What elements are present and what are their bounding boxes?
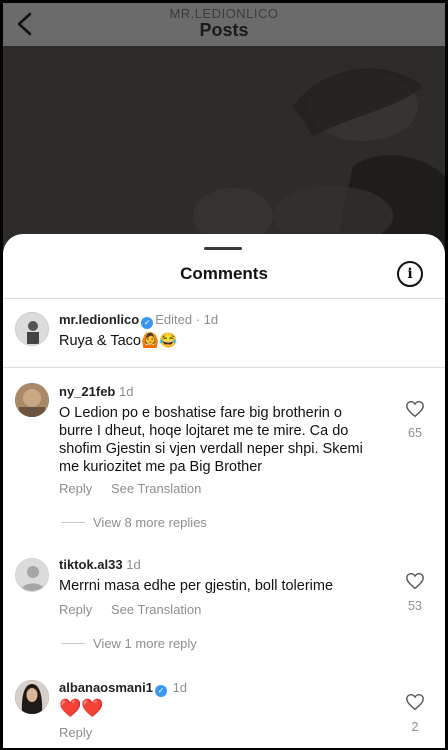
comment-time: 1d [119,384,134,399]
comment-time: 1d [126,557,141,572]
sheet-grabber[interactable] [204,247,242,250]
heart-outline-icon[interactable] [405,572,425,590]
caption-time: 1d [203,312,219,327]
verified-badge-icon: ✓ [154,685,167,697]
see-translation-button[interactable]: See Translation [111,602,201,617]
view-replies-button[interactable]: View 1 more reply [93,636,197,651]
app-frame: MR.LEDIONLICO Posts Comments i mr.ledion… [0,0,448,750]
comments-sheet: Comments i mr.ledionlico ✓ Edited · 1d Ruy… [3,234,445,748]
avatar[interactable] [15,680,49,714]
view-replies-button[interactable]: View 8 more replies [93,515,207,530]
profile-username[interactable]: MR.LEDIONLICO [3,6,445,21]
verified-badge-icon: ✓ [141,317,154,329]
comment-text: ❤️❤️ [59,698,104,718]
reply-button[interactable]: Reply [59,602,92,617]
like-count: 65 [408,426,422,440]
heart-outline-icon[interactable] [405,693,425,711]
info-icon: i [407,266,413,282]
replies-line [61,522,85,523]
comment-author[interactable]: ny_21feb 1d [59,384,133,399]
caption-author[interactable]: mr.ledionlico ✓ Edited · 1d [59,312,218,329]
comment-username[interactable]: albanaosmani1 [59,680,153,695]
reply-button[interactable]: Reply [59,725,92,740]
like-count: 53 [408,599,422,613]
caption-username[interactable]: mr.ledionlico [59,312,139,327]
post-photo [3,46,445,256]
comment-author[interactable]: albanaosmani1 ✓ 1d [59,680,187,697]
page-title: Posts [199,20,249,40]
avatar[interactable] [15,383,49,417]
avatar[interactable] [15,312,49,346]
caption-text: Ruya & Taco [59,333,141,349]
edited-label: Edited [155,312,193,327]
avatar[interactable] [15,558,49,592]
top-bar: MR.LEDIONLICO Posts [3,3,445,46]
info-button[interactable]: i [397,261,423,287]
heart-outline-icon[interactable] [405,400,425,418]
caption-dot: · [192,312,204,327]
comment-author[interactable]: tiktok.al33 1d [59,557,141,572]
sheet-title: Comments [180,264,268,283]
comment-text: Merrni masa edhe per gjestin, boll toler… [59,578,334,594]
comment-text: O Ledion po e boshatise fare big brother… [59,405,363,475]
like-count: 2 [411,720,419,734]
replies-line [61,643,85,644]
comment-username[interactable]: tiktok.al33 [59,557,123,572]
caption-text-row: Ruya & Taco🙆😂 [59,332,177,350]
see-translation-button[interactable]: See Translation [111,481,201,496]
divider [3,298,445,299]
caption-emojis: 🙆😂 [140,333,178,349]
reply-button[interactable]: Reply [59,481,92,496]
comment-time: 1d [172,680,188,695]
divider [3,367,445,368]
comment-username[interactable]: ny_21feb [59,384,115,399]
